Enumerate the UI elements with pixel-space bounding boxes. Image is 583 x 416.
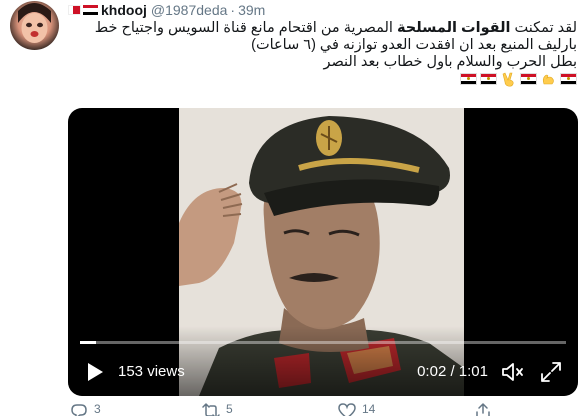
retweet-icon [202,403,220,416]
egypt-flag-icon [560,72,577,86]
victory-hand-icon [500,72,517,87]
text-segment: المصرية من اقتحام مانع قناة السويس واجتي… [94,20,397,36]
like-count: 14 [362,402,376,416]
tweet-text-line-1: لقد تمكنت القوات المسلحة المصرية من اقتح… [70,20,577,37]
tweet-actions: 3 5 14 [68,402,508,416]
tweet-text-line-2: بارليف المنيع بعد ان افقدت العدو توازنه … [251,37,577,53]
bahrain-flag-icon [68,5,81,15]
play-icon[interactable] [86,362,104,382]
tweet-timestamp[interactable]: 39m [238,2,265,18]
like-button[interactable]: 14 [338,402,375,416]
video-progress-bar[interactable] [80,341,566,344]
reply-button[interactable]: 3 [70,402,101,416]
volume-muted-icon[interactable] [500,361,524,383]
video-player[interactable]: 153 views 0:02 / 1:01 [68,108,578,396]
egypt-flag-icon [83,5,98,15]
emoji-row [70,72,577,87]
retweet-button[interactable]: 5 [202,402,233,416]
avatar[interactable] [10,1,59,50]
fullscreen-icon[interactable] [540,361,562,383]
share-button[interactable] [474,402,492,416]
text-bold-segment: القوات المسلحة [396,20,511,36]
reply-icon [71,404,87,416]
video-view-count: 153 views [118,363,185,380]
author-handle[interactable]: @1987deda [151,2,228,18]
tweet-header: khdooj @1987deda · 39m [68,1,265,19]
reply-count: 3 [94,402,101,416]
egypt-flag-icon [460,72,477,86]
tweet-text-line-3: بطل الحرب والسلام باول خطاب بعد النصر [323,54,577,70]
egypt-flag-icon [480,72,497,86]
share-icon [476,403,490,416]
tweet-text: لقد تمكنت القوات المسلحة المصرية من اقتح… [70,20,577,87]
retweet-count: 5 [226,402,233,416]
heart-icon [338,403,356,416]
avatar-image [18,3,51,43]
video-timecode: 0:02 / 1:01 [417,363,488,380]
author-name[interactable]: khdooj [101,2,147,18]
egypt-flag-icon [520,72,537,86]
tweet: khdooj @1987deda · 39m لقد تمكنت القوات … [0,0,583,416]
flexed-biceps-icon [540,72,557,86]
text-segment: لقد تمكنت [510,20,577,36]
video-progress-fill [80,341,97,344]
separator-dot: · [230,2,236,18]
